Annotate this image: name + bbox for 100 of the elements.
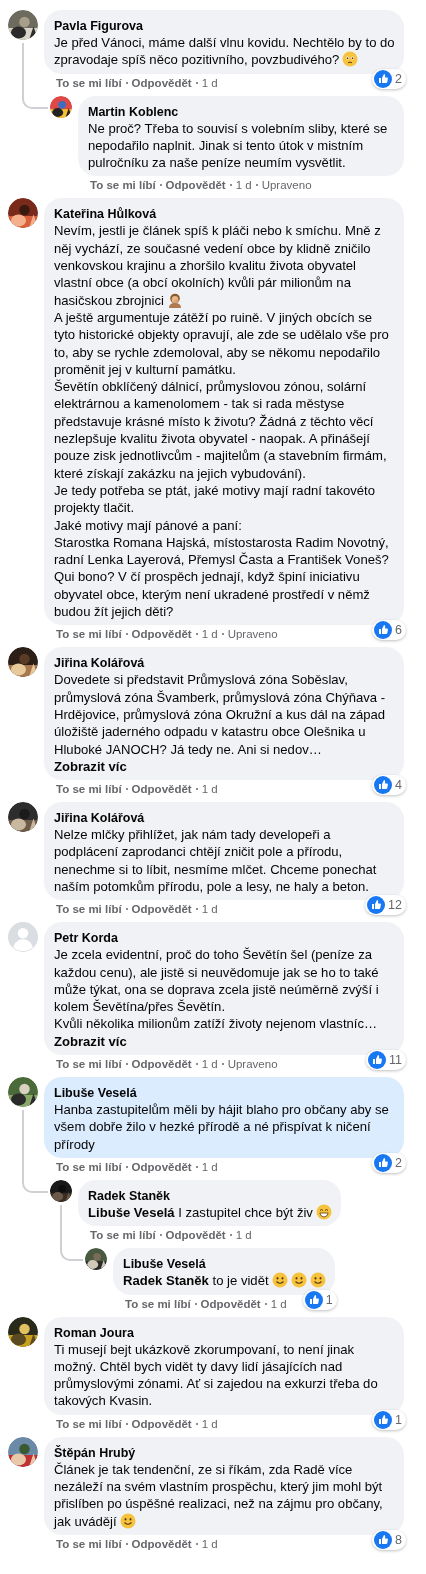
- reply-link[interactable]: Odpovědět: [131, 902, 192, 917]
- like-link[interactable]: To se mi líbí: [56, 1416, 122, 1431]
- like-link[interactable]: To se mi líbí: [56, 1057, 122, 1072]
- comment-text: Qui bono? V čí prospěch jednají, když špiní iniciativu obyvatel obce, kterým není ukradené prostředí v němž budou žít jejich děti?: [54, 568, 371, 621]
- author-name[interactable]: Libuše Veselá: [54, 1086, 137, 1102]
- default-avatar-icon: [8, 922, 38, 953]
- comment-text: Hanba zastupitelům měli by hájit blaho pro občany aby se všem dobře žilo v hezké přírodě a né přispívat k ničení přírody: [54, 1101, 390, 1153]
- reply-link[interactable]: Odpovědět: [200, 1296, 261, 1311]
- comment-text: Ne proč? Třeba to souvisí s volebním sliby, které se nepodařilo naplnit. Jinak si tento útok v mistním pulročníku za naše peníze neumím vysvětlit.: [88, 119, 389, 172]
- author-name[interactable]: Libuše Veselá: [123, 1257, 206, 1273]
- reaction-badge[interactable]: 4: [372, 775, 406, 796]
- comment-text: Nevím, jestli je článek spíš k pláči nebo k smíchu. Mně z něj vychází, ze současné vedení obce by klidně zničilo venkovskou krajinu a zhoršilo kvalitu života obyvatel vlastní obce (a obcí okolních) kvůli pár milionům na hasičskou zbrojnici: [54, 222, 382, 309]
- like-link[interactable]: To se mi líbí: [56, 1159, 122, 1174]
- like-icon: [374, 776, 393, 795]
- like-icon: [374, 1153, 393, 1172]
- author-name[interactable]: Pavla Figurova: [54, 19, 143, 34]
- reply-link[interactable]: Odpovědět: [131, 1416, 192, 1431]
- reaction-count: 2: [395, 70, 402, 88]
- author-name[interactable]: Štěpán Hrubý: [54, 1445, 136, 1461]
- grinning-face-icon: [315, 1203, 332, 1220]
- timestamp-link[interactable]: 1 d: [201, 627, 218, 642]
- reply-link[interactable]: Odpovědět: [131, 782, 192, 797]
- reaction-count: 12: [388, 897, 402, 915]
- reply-link[interactable]: Odpovědět: [131, 1159, 192, 1174]
- timestamp-link[interactable]: 1 d: [201, 782, 218, 797]
- like-icon: [374, 1410, 393, 1429]
- comment-text: Starostka Romana Hajská, místostarosta Radim Novotný, radní Lenka Layerová, Přemysl Časta a František Voneš?: [54, 533, 390, 569]
- reply-link[interactable]: Odpovědět: [165, 1228, 226, 1243]
- person-icon: [166, 291, 183, 308]
- reaction-badge[interactable]: 2: [372, 1152, 406, 1173]
- smiling-face-icon: [119, 1512, 136, 1529]
- like-link[interactable]: To se mi líbí: [90, 1228, 156, 1243]
- author-name[interactable]: Martin Koblenc: [88, 104, 179, 120]
- comment-text: Je před Vánoci, máme další vlnu kovidu. Nechtělo by to do zpravodaje spíš něco pozitivního, povzbudivého?: [54, 34, 395, 69]
- reaction-count: 11: [389, 1052, 402, 1070]
- reaction-badge[interactable]: 1: [372, 1409, 406, 1430]
- comment-text: Je tedy potřeba se ptát, jaké motivy mají radní takovéto projekty tlačit.: [54, 481, 376, 517]
- like-link[interactable]: To se mi líbí: [125, 1296, 191, 1311]
- timestamp-link[interactable]: 1 d: [270, 1296, 287, 1311]
- reply-link[interactable]: Odpovědět: [131, 75, 192, 90]
- smiling-face-icon: [290, 1272, 307, 1289]
- reply-link[interactable]: Odpovědět: [131, 627, 192, 642]
- timestamp-link[interactable]: 1 d: [235, 1228, 252, 1243]
- timestamp-link[interactable]: 1 d: [201, 902, 218, 917]
- reaction-badge[interactable]: 8: [372, 1529, 406, 1550]
- edited-label: Upraveno: [227, 627, 278, 642]
- comment-text: Článek je tak tendenční, ze si říkám, zda Radě více nezáleží na svém vlastním prospěchu, který jim mohl být přislíben po úspěšné realizaci, než na zájmu pro občany, jak uvádějí: [54, 1460, 384, 1530]
- comment-text: Kvůli několika milionům zatíží životy nejenom vlastníc… Zobrazit víc: [54, 1015, 379, 1051]
- reaction-count: 1: [325, 1291, 333, 1309]
- like-icon: [374, 1530, 393, 1549]
- like-icon: [367, 896, 386, 915]
- author-name[interactable]: Roman Joura: [54, 1325, 134, 1341]
- reply-link[interactable]: Odpovědět: [165, 178, 226, 193]
- smiling-face-icon: [309, 1272, 326, 1289]
- edited-label: Upraveno: [261, 178, 312, 193]
- like-icon: [304, 1290, 323, 1309]
- timestamp-link[interactable]: 1 d: [201, 75, 218, 90]
- reaction-count: 2: [395, 1154, 402, 1172]
- smiling-face-icon: [271, 1272, 288, 1289]
- reply-link[interactable]: Odpovědět: [131, 1536, 192, 1551]
- reaction-badge[interactable]: 6: [372, 620, 406, 641]
- author-name[interactable]: Kateřina Hůlková: [54, 207, 157, 223]
- worried-face-icon: [342, 51, 359, 68]
- like-link[interactable]: To se mi líbí: [56, 1536, 122, 1551]
- like-icon: [374, 621, 393, 640]
- like-link[interactable]: To se mi líbí: [56, 75, 122, 90]
- like-link[interactable]: To se mi líbí: [56, 902, 122, 917]
- timestamp-link[interactable]: 1 d: [235, 178, 252, 193]
- like-link[interactable]: To se mi líbí: [90, 178, 156, 193]
- reaction-badge[interactable]: 2: [372, 68, 406, 89]
- like-link[interactable]: To se mi líbí: [56, 627, 122, 642]
- reaction-count: 4: [395, 777, 402, 795]
- edited-label: Upraveno: [227, 1057, 278, 1072]
- comment-text: A ještě argumentuje zátěží po ruině. V jiných obcích se tyto historické objekty opravují, ale zde se udělalo vše pro to, aby se rychle zdemoloval, aby se někomu nepodařilo proměnit jej v kulturní památku.: [54, 308, 390, 379]
- author-name[interactable]: Jiřina Kolářová: [54, 811, 145, 827]
- comment-text: Nelze mlčky přihlížet, jak nám tady developeři a podplácení zaprodanci chtějí zničit pole a přírodu, nenechme si to líbit, nesmíme mlčet. Chceme ponechat naším potomkům přírodu, pole a lesy, ne haly a beton.: [54, 826, 378, 896]
- comment-text: Libuše Veselá I zastupitel chce být živ: [88, 1203, 332, 1222]
- like-link[interactable]: To se mi líbí: [56, 782, 122, 797]
- author-name[interactable]: Radek Staněk: [88, 1188, 170, 1204]
- reaction-badge[interactable]: 11: [366, 1050, 406, 1071]
- reaction-count: 1: [395, 1411, 402, 1429]
- reaction-badge[interactable]: 1: [302, 1289, 337, 1310]
- comment-text: Je zcela evidentní, proč do toho Ševětín šel (peníze za každou cenu), ale jistě si neuvědomuje jak se ho to také může týkat, ona se doprava zcela jistě neúměrně zvýší i kolem Ševětína/přes Ševětín.: [54, 946, 380, 1016]
- comment-text: Jaké motivy mají pánové a paní:: [54, 516, 243, 534]
- reaction-count: 6: [395, 622, 402, 640]
- see-more-link[interactable]: Zobrazit víc: [54, 758, 127, 774]
- like-icon: [374, 69, 393, 88]
- reaction-count: 8: [395, 1531, 402, 1549]
- comment-text: Radek Staněk to je vidět: [123, 1272, 326, 1290]
- author-name[interactable]: Petr Korda: [54, 931, 118, 947]
- timestamp-link[interactable]: 1 d: [201, 1057, 218, 1072]
- timestamp-link[interactable]: 1 d: [201, 1159, 218, 1174]
- comment-text: Ti musejí bejt ukázkově zkorumpovaní, to není jinak možný. Chtěl bych vidět ty davy lidí jásajících nad průmyslovými zónami. Ať si zajedou na exkurzi třeba do takových Kvasin.: [54, 1340, 379, 1410]
- reaction-badge[interactable]: 12: [365, 895, 406, 916]
- comment-text: Dovedete si představit Průmyslová zóna Soběslav, průmyslová zóna Švamberk, průmyslová zóna Chýňava - Hrdějovice, průmyslová zóna Okružní a kus dál na západ úložiště jaderného odpadu v katastru obce Olešnika u Hluboké JANOCH? Já tedy ne. Ani si nedov… Zobrazit víc: [54, 671, 387, 776]
- timestamp-link[interactable]: 1 d: [201, 1536, 218, 1551]
- author-name[interactable]: Jiřina Kolářová: [54, 656, 145, 672]
- timestamp-link[interactable]: 1 d: [201, 1416, 218, 1431]
- reply-link[interactable]: Odpovědět: [131, 1057, 192, 1072]
- see-more-link[interactable]: Zobrazit víc: [54, 1033, 127, 1049]
